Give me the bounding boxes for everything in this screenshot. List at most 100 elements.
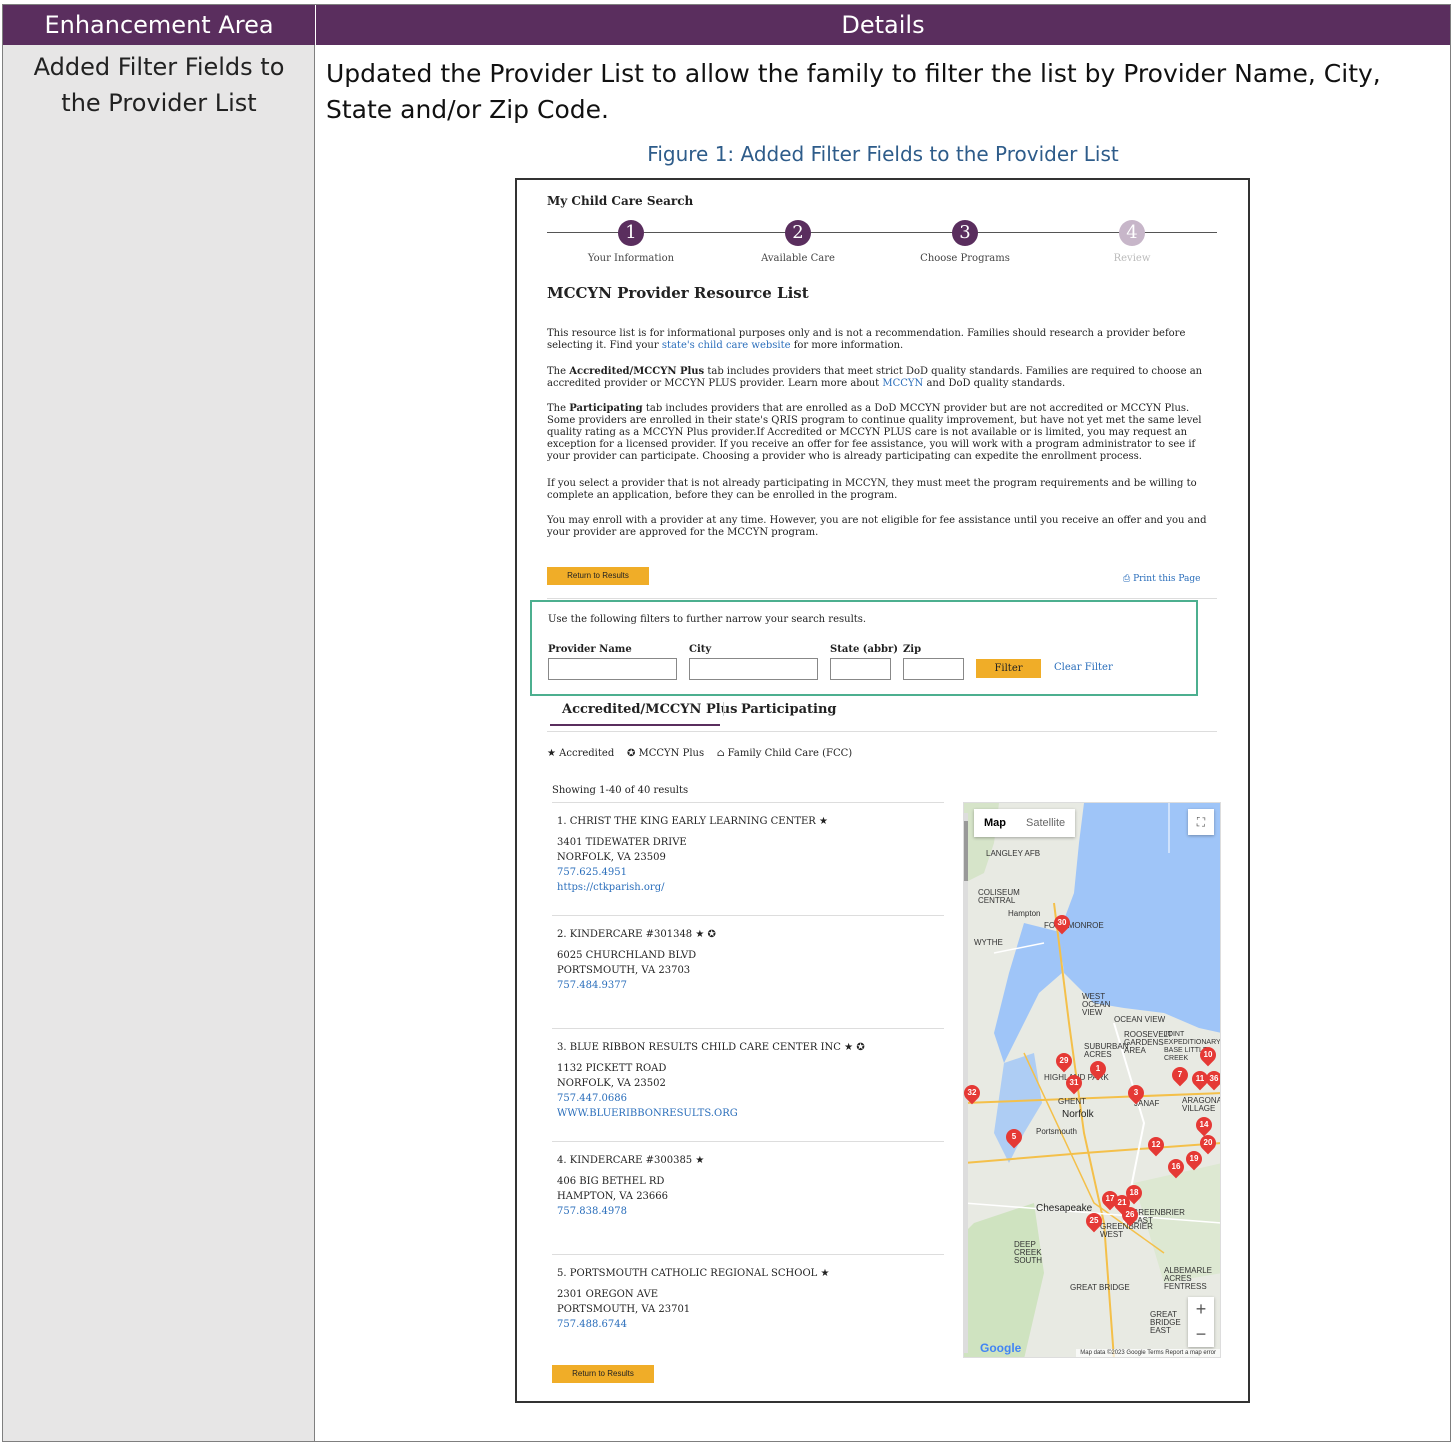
info-paragraph-5: You may enroll with a provider at any ti… [547, 515, 1207, 538]
mccyn-link[interactable]: MCCYN [882, 378, 923, 389]
google-logo: Google [980, 1341, 1022, 1355]
map-marker[interactable]: 7 [1168, 1063, 1192, 1087]
zip-label: Zip [903, 644, 922, 655]
map-marker[interactable]: 14 [1192, 1113, 1216, 1137]
star-icon: ★ [820, 1268, 830, 1279]
map-place-label: LANGLEY AFB [986, 849, 1041, 858]
map-marker-label: 36 [1209, 1074, 1219, 1083]
badge-icon: ✪ [856, 1042, 865, 1053]
map-marker[interactable]: 30 [1050, 911, 1074, 935]
map-attribution[interactable]: Map data ©2023 Google Terms Report a map… [1076, 1349, 1220, 1357]
map-marker-label: 14 [1199, 1120, 1209, 1129]
zoom-out-icon[interactable]: − [1188, 1322, 1214, 1347]
map-place-label: Norfolk [1062, 1109, 1094, 1120]
map-scrollbar[interactable] [964, 813, 968, 1353]
divider [547, 598, 1217, 599]
provider-website-link[interactable]: https://ctkparish.org/ [557, 880, 937, 895]
step-3: 3 [952, 220, 978, 246]
tab-accredited[interactable]: Accredited/MCCYN Plus [562, 702, 737, 717]
map-marker-label: 19 [1189, 1154, 1199, 1163]
star-icon: ★ [547, 748, 556, 759]
city-label: City [689, 644, 712, 655]
provider-address-line2: NORFOLK, VA 23502 [557, 1078, 666, 1089]
legend-fcc: Family Child Care (FCC) [727, 748, 853, 759]
provider-phone-link[interactable]: 757.625.4951 [557, 865, 937, 880]
tab-separator [723, 702, 724, 716]
para3-text-end: tab includes providers that are enrolled… [547, 403, 1202, 462]
map-marker[interactable]: 29 [1052, 1049, 1076, 1073]
zip-input[interactable] [903, 658, 964, 680]
map-marker-label: 31 [1069, 1078, 1079, 1087]
map-marker[interactable]: 36 [1202, 1067, 1220, 1091]
map-place-label: DEEP CREEK SOUTH [1014, 1240, 1042, 1265]
map-marker[interactable]: 1 [1086, 1057, 1110, 1081]
map-marker[interactable]: 5 [1002, 1125, 1026, 1149]
zoom-in-icon[interactable]: + [1188, 1297, 1214, 1322]
map-place-label: Hampton [1008, 909, 1041, 918]
badge-icon: ✪ [626, 748, 636, 759]
map-marker[interactable]: 10 [1196, 1043, 1220, 1067]
results-count: Showing 1-40 of 40 results [552, 785, 689, 796]
result-divider [552, 802, 944, 803]
map-marker-label: 3 [1133, 1088, 1139, 1097]
provider-address-line1: 6025 CHURCHLAND BLVD [557, 950, 697, 961]
map-marker-label: 16 [1171, 1162, 1181, 1171]
list-item: 2. KINDERCARE #301348 ★ ✪ 6025 CHURCHLAN… [557, 927, 937, 993]
map-marker[interactable]: 25 [1082, 1209, 1106, 1233]
provider-name-input[interactable] [548, 658, 677, 680]
list-item: 5. PORTSMOUTH CATHOLIC REGIONAL SCHOOL ★… [557, 1266, 937, 1332]
provider-phone-link[interactable]: 757.488.6744 [557, 1317, 937, 1332]
star-icon: ★ [695, 929, 705, 940]
return-to-results-button-bottom[interactable]: Return to Results [552, 1365, 654, 1383]
step-1: 1 [618, 220, 644, 246]
page-title: My Child Care Search [547, 194, 694, 208]
provider-phone-link[interactable]: 757.838.4978 [557, 1204, 937, 1219]
step-3-label: Choose Programs [920, 253, 1010, 264]
badge-icon: ✪ [707, 929, 716, 940]
filter-panel: Use the following filters to further nar… [530, 600, 1198, 696]
map-marker[interactable]: 3 [1124, 1081, 1148, 1105]
tab-participating[interactable]: Participating [741, 702, 837, 717]
satellite-view-button[interactable]: Satellite [1016, 809, 1075, 837]
map-place-label: ALBEMARLE ACRES FENTRESS [1164, 1266, 1213, 1291]
return-to-results-button-top[interactable]: Return to Results [547, 567, 649, 585]
info-paragraph-3: The Participating tab includes providers… [547, 403, 1217, 463]
map-marker[interactable]: 16 [1164, 1155, 1188, 1179]
result-divider [552, 1141, 944, 1142]
map-place-label: GREAT BRIDGE [1070, 1283, 1130, 1292]
zoom-control: + − [1188, 1297, 1214, 1347]
details-text: Updated the Provider List to allow the f… [326, 59, 1381, 124]
state-website-link[interactable]: state's child care website [662, 340, 791, 351]
star-icon: ★ [844, 1042, 854, 1053]
map-marker[interactable]: 19 [1182, 1147, 1206, 1171]
provider-address-line1: 3401 TIDEWATER DRIVE [557, 837, 687, 848]
provider-name-text: 3. BLUE RIBBON RESULTS CHILD CARE CENTER… [557, 1042, 841, 1053]
map-marker[interactable]: 31 [1062, 1071, 1086, 1095]
map-marker[interactable]: 26 [1118, 1203, 1142, 1227]
provider-address-line2: HAMPTON, VA 23666 [557, 1191, 669, 1202]
provider-phone-link[interactable]: 757.484.9377 [557, 978, 937, 993]
enhancement-area-cell: Added Filter Fields to the Provider List [3, 45, 315, 1441]
map-marker-label: 1 [1095, 1064, 1101, 1073]
filter-intro-text: Use the following filters to further nar… [548, 614, 867, 625]
map-marker-label: 7 [1177, 1070, 1183, 1079]
map-marker-label: 29 [1059, 1056, 1069, 1065]
map-type-control: Map Satellite [974, 809, 1076, 837]
provider-website-link[interactable]: WWW.BLUERIBBONRESULTS.ORG [557, 1106, 937, 1121]
provider-name: 2. KINDERCARE #301348 ★ ✪ [557, 927, 937, 942]
map-marker[interactable]: 12 [1144, 1133, 1168, 1157]
map-view-button[interactable]: Map [974, 809, 1016, 837]
print-page-link[interactable]: ⎙ Print this Page [1123, 574, 1200, 584]
provider-name-text: 4. KINDERCARE #300385 [557, 1155, 693, 1166]
map-scrollbar-thumb[interactable] [964, 821, 968, 881]
state-input[interactable] [830, 658, 891, 680]
provider-phone-link[interactable]: 757.447.0686 [557, 1091, 937, 1106]
filter-button[interactable]: Filter [976, 659, 1041, 678]
provider-name: 3. BLUE RIBBON RESULTS CHILD CARE CENTER… [557, 1040, 937, 1055]
step-progress-line [547, 232, 1217, 233]
provider-name-text: 2. KINDERCARE #301348 [557, 929, 693, 940]
clear-filter-link[interactable]: Clear Filter [1054, 662, 1113, 673]
fullscreen-icon[interactable]: ⛶ [1188, 809, 1214, 835]
city-input[interactable] [689, 658, 818, 680]
provider-map[interactable]: LANGLEY AFB Hampton COLISEUM CENTRAL WYT… [963, 802, 1221, 1358]
